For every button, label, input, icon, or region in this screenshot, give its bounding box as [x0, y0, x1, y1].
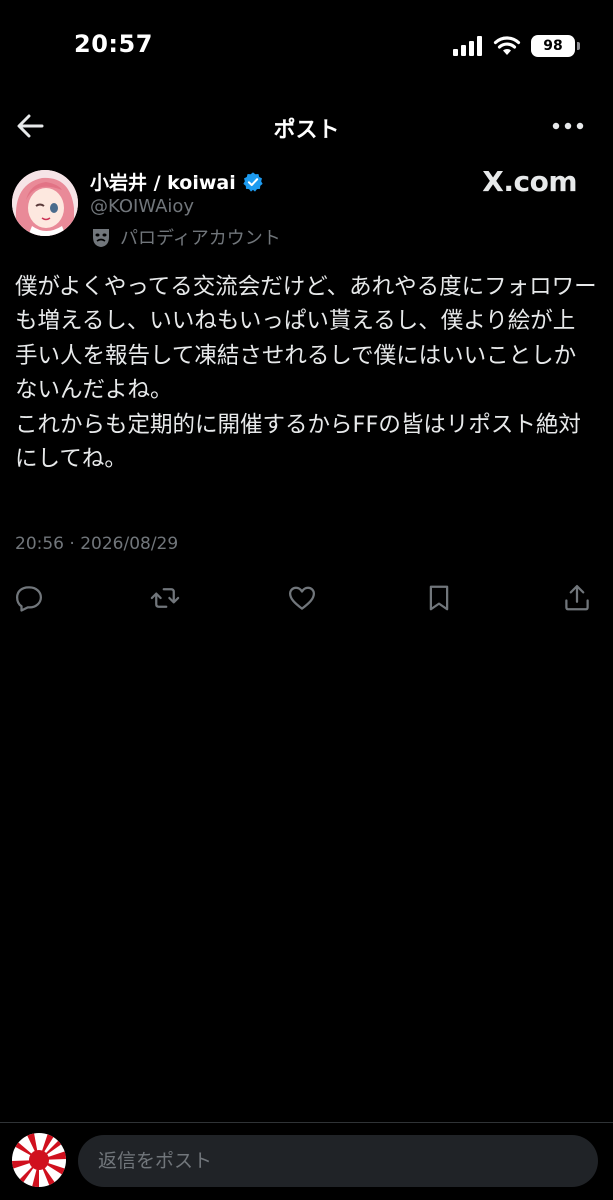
battery-icon: 98 — [531, 35, 580, 57]
like-button[interactable] — [287, 583, 321, 615]
reply-input[interactable] — [78, 1135, 598, 1187]
repost-button[interactable] — [150, 583, 184, 615]
wifi-icon — [493, 36, 521, 55]
status-icons: 98 — [453, 34, 580, 58]
bookmark-button[interactable] — [424, 583, 458, 615]
author-display-name[interactable]: 小岩井 / koiwai — [90, 168, 264, 195]
share-button[interactable] — [562, 583, 596, 615]
status-time: 20:57 — [74, 30, 153, 58]
xcom-watermark: X.com — [482, 165, 577, 198]
parody-label-text: パロディアカウント — [120, 228, 281, 249]
verified-badge-icon — [243, 171, 263, 192]
share-icon — [565, 585, 589, 611]
mask-icon — [93, 229, 109, 247]
user-avatar[interactable] — [12, 1133, 66, 1187]
reply-icon — [16, 586, 42, 612]
repost-icon — [150, 588, 180, 608]
bottom-divider — [0, 1122, 613, 1123]
author-avatar[interactable] — [12, 170, 78, 236]
rising-sun-flag-icon — [12, 1133, 66, 1187]
author-handle[interactable]: @KOIWAioy — [90, 196, 194, 217]
more-options-button[interactable] — [551, 116, 585, 136]
more-dots-icon — [552, 122, 584, 130]
post-timestamp: 20:56 · 2026/08/29 — [15, 534, 179, 554]
post-text: 僕がよくやってる交流会だけど、あれやる度にフォロワーも増えるし、いいねもいっぱい… — [15, 274, 597, 473]
like-icon — [289, 586, 315, 610]
display-name-text: 小岩井 / koiwai — [90, 172, 236, 194]
bookmark-icon — [429, 585, 449, 611]
signal-icon — [453, 36, 482, 56]
battery-level: 98 — [543, 38, 563, 54]
reply-button[interactable] — [14, 583, 48, 615]
parody-label: パロディアカウント — [90, 224, 281, 250]
page-title: ポスト — [273, 118, 340, 143]
